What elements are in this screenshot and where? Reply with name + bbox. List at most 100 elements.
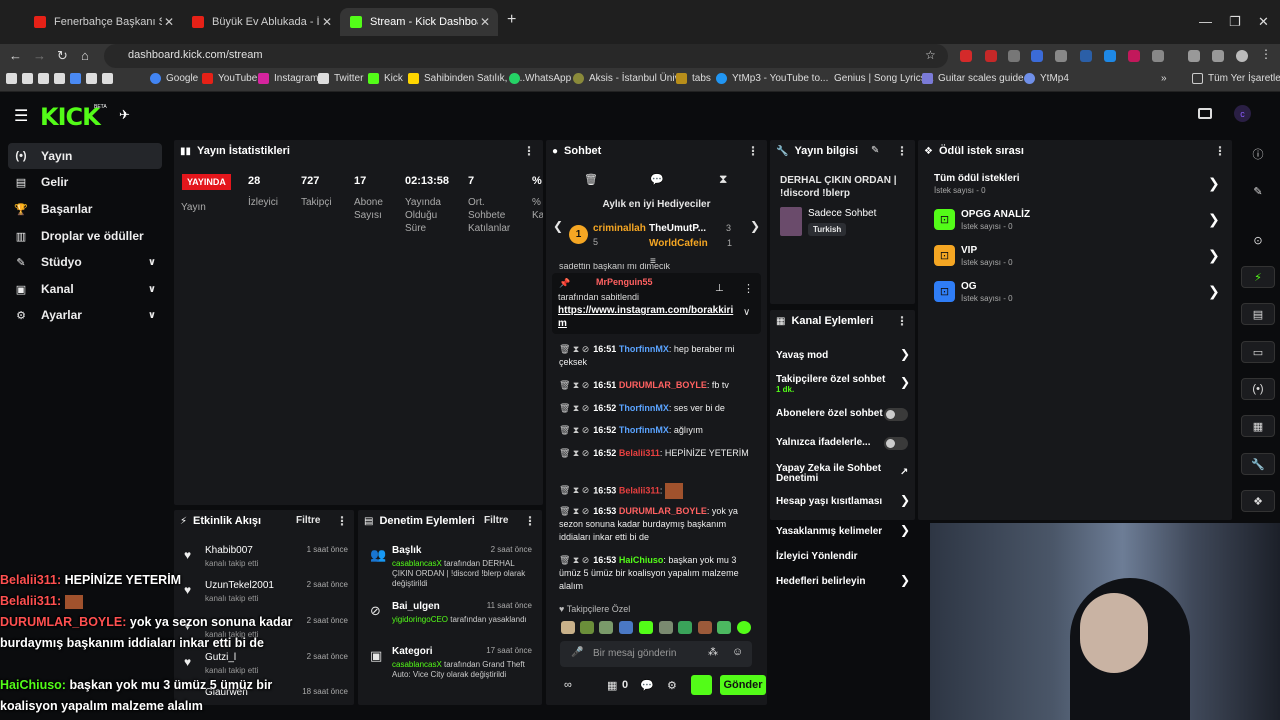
bookmark-google[interactable]: Google	[150, 73, 198, 84]
document-icon[interactable]: ▤	[1241, 303, 1275, 325]
bookmark-genius[interactable]: Genius | Song Lyrics...	[834, 73, 934, 84]
unpin-icon[interactable]: ⊥	[715, 283, 724, 294]
chat-message[interactable]: 🗑 ⧗ ⊘ 16:51 ThorfinnMX: hep beraber mi çe…	[559, 343, 755, 369]
chat-bubble-icon[interactable]: 💬	[650, 173, 664, 186]
bookmark-ytmp4[interactable]: YtMp4	[1024, 73, 1069, 84]
bookmark-shortcuts[interactable]	[6, 73, 118, 84]
emote-icon[interactable]	[659, 621, 673, 634]
more-options-icon[interactable]: ⋮	[896, 144, 908, 158]
sparkle-icon[interactable]: ⁂	[708, 647, 718, 658]
emote-icon[interactable]	[619, 621, 633, 634]
download-icon[interactable]	[1188, 50, 1200, 62]
chat-input-box[interactable]: 🎤 Bir mesaj gönderin ⁂ ☺	[560, 641, 752, 667]
maximize-button[interactable]: ❐	[1229, 14, 1241, 30]
chat-message[interactable]: 🗑 ⧗ ⊘ 16:52 Belalii311: HEPİNİZE YETERİM	[559, 447, 755, 460]
home-icon[interactable]: ⌂	[81, 48, 89, 63]
queue-icon[interactable]: ▦	[1241, 415, 1275, 437]
filter-button[interactable]: Filtre	[296, 515, 320, 526]
close-icon[interactable]: ✕	[164, 15, 174, 29]
chat-icon[interactable]: ▭	[1241, 341, 1275, 363]
action-followers-only[interactable]: Takipçilere özel sohbet 1 dk. ❯	[776, 375, 910, 395]
more-options-icon[interactable]: ⋮	[1214, 144, 1226, 158]
bookmark-whatsapp[interactable]: WhatsApp	[509, 73, 571, 84]
chevron-right-icon[interactable]: ❯	[1208, 247, 1220, 264]
bookmark-youtube[interactable]: YouTube	[202, 73, 257, 84]
chevron-right-icon[interactable]: ❯	[750, 219, 760, 233]
sidebar-item-settings[interactable]: ⚙ Ayarlar ∨	[8, 302, 162, 328]
chat-message[interactable]: 🗑 ⧗ ⊘ 16:53 DURUMLAR_BOYLE: yok ya sezon …	[559, 505, 755, 544]
extension-icon[interactable]	[1104, 50, 1116, 62]
browser-tab-2[interactable]: Büyük Ev Ablukada - İHTİMALL... ✕	[182, 8, 340, 36]
reward-og[interactable]: OG İstek sayısı - 0	[961, 281, 1013, 303]
lightning-icon[interactable]: ⚡	[1241, 266, 1275, 288]
chat-message[interactable]: 🗑 ⧗ ⊘ 16:51 DURUMLAR_BOYLE: fb tv	[559, 379, 755, 392]
chevron-down-icon[interactable]: ∨	[743, 307, 750, 318]
send-button[interactable]: Gönder	[720, 675, 766, 695]
chevron-right-icon[interactable]: ❯	[1208, 283, 1220, 300]
pinned-link[interactable]: https://www.instagram.com/borakkirim	[558, 304, 738, 330]
camera-icon[interactable]: ⊙	[1241, 229, 1275, 251]
info-icon[interactable]: ⓘ	[1241, 143, 1275, 165]
extension-icon[interactable]	[1080, 50, 1092, 62]
wrench-icon[interactable]: 🔧	[1241, 453, 1275, 475]
reward-opgg[interactable]: OPGG ANALİZ İstek sayısı - 0	[961, 209, 1030, 231]
forward-icon[interactable]: →	[33, 48, 46, 63]
bookmark-sahibinden[interactable]: Sahibinden Satılık, K...	[408, 73, 525, 84]
extension-icon[interactable]	[985, 50, 997, 62]
emote-icon[interactable]	[639, 621, 653, 634]
bookmark-aksis[interactable]: Aksis - İstanbul Üniv...	[573, 73, 687, 84]
bookmark-guitar[interactable]: Guitar scales guide...	[922, 73, 1032, 84]
search-icon[interactable]	[1008, 50, 1020, 62]
sidebar-item-channel[interactable]: ▣ Kanal ∨	[8, 276, 162, 302]
more-options-icon[interactable]: ⋮	[523, 144, 535, 158]
chevron-left-icon[interactable]: ❮	[553, 219, 563, 233]
chevron-right-icon[interactable]: ❯	[1208, 175, 1220, 192]
more-options-icon[interactable]: ⋮	[743, 282, 754, 295]
chat-message[interactable]: 🗑 ⧗ ⊘ 16:52 ThorfinnMX: ses ver bi de	[559, 402, 755, 415]
hamburger-menu-icon[interactable]: ☰	[14, 106, 28, 126]
emote-icon[interactable]	[698, 621, 712, 634]
window-close-button[interactable]: ✕	[1258, 14, 1269, 30]
sidebar-item-stream[interactable]: (•) Yayın	[8, 143, 162, 169]
reward-vip[interactable]: VIP İstek sayısı - 0	[961, 245, 1013, 267]
reload-icon[interactable]: ↻	[57, 48, 68, 64]
more-options-icon[interactable]: ⋮	[524, 514, 536, 528]
action-banned-words[interactable]: Yasaklanmış kelimeler ❯	[776, 524, 910, 537]
chevron-right-icon[interactable]: ❯	[1208, 211, 1220, 228]
chat-bubble-icon[interactable]: 💬	[640, 679, 654, 692]
gear-icon[interactable]: ⚙	[667, 679, 677, 692]
browser-tab-1[interactable]: Fenerbahçe Başkanı Sadettin Sa... ✕	[24, 8, 182, 36]
trash-icon[interactable]: 🗑	[584, 173, 598, 186]
new-tab-button[interactable]: +	[507, 11, 516, 29]
action-account-age[interactable]: Hesap yaşı kısıtlaması ❯	[776, 494, 910, 507]
broadcast-icon[interactable]: (•)	[1241, 378, 1275, 400]
extension-icon[interactable]	[1031, 50, 1043, 62]
user-avatar[interactable]: c	[1234, 105, 1251, 122]
extension-icon[interactable]	[960, 50, 972, 62]
kick-bot-icon[interactable]	[691, 675, 712, 695]
chat-message[interactable]: 🗑 ⧗ ⊘ 16:52 ThorfinnMX: ağlıyım	[559, 424, 755, 437]
close-icon[interactable]: ✕	[480, 15, 490, 29]
action-raid[interactable]: İzleyici Yönlendir	[776, 552, 858, 562]
back-icon[interactable]: ←	[9, 48, 22, 63]
action-ai-moderation[interactable]: Yapay Zeka ile Sohbet Denetimi ↗	[776, 464, 908, 484]
menu-icon[interactable]	[1212, 50, 1224, 62]
emote-icon[interactable]	[717, 621, 731, 634]
reward-all[interactable]: Tüm ödül istekleri İstek sayısı - 0	[934, 173, 1020, 195]
sidebar-item-drops[interactable]: ▥ Droplar ve ödüller	[8, 223, 162, 249]
emote-icon[interactable]	[561, 621, 575, 634]
emote-icon[interactable]	[737, 621, 751, 634]
bookmark-twitter[interactable]: Twitter	[318, 73, 363, 84]
action-emotes-only[interactable]: Yalnızca ifadelerle...	[776, 438, 871, 448]
sidebar-item-studio[interactable]: ✎ Stüdyo ∨	[8, 249, 162, 275]
users-icon[interactable]: ∞	[564, 679, 572, 691]
kick-logo[interactable]: KICK	[40, 103, 101, 131]
more-options-icon[interactable]: ⋮	[336, 514, 348, 528]
action-subscribers-only[interactable]: Abonelere özel sohbet	[776, 409, 883, 419]
more-bookmarks-icon[interactable]: »	[1161, 73, 1167, 84]
edit-icon[interactable]: ✎	[1241, 180, 1275, 202]
chat-message[interactable]: 🗑 ⧗ ⊘ 16:53 HaiChiuso: başkan yok mu 3 üm…	[559, 554, 755, 593]
bookmark-ytmp3[interactable]: YtMp3 - YouTube to...	[716, 73, 828, 84]
more-options-icon[interactable]: ⋮	[747, 144, 759, 158]
url-field[interactable]: dashboard.kick.com/stream	[104, 44, 948, 68]
